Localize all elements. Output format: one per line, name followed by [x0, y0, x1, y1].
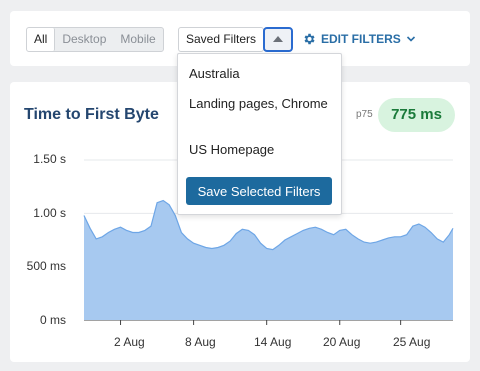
menu-item-us-homepage[interactable]: US Homepage: [189, 142, 329, 158]
x-tick-label: 2 Aug: [114, 335, 145, 349]
menu-item-landing-pages-chrome[interactable]: Landing pages, Chrome: [189, 96, 329, 112]
x-tick-label: 25 Aug: [393, 335, 431, 349]
menu-item-australia[interactable]: Australia: [189, 66, 329, 82]
x-tick-label: 14 Aug: [254, 335, 292, 349]
ttfb-area: [84, 200, 453, 320]
saved-filters-menu: Australia Landing pages, Chrome US Homep…: [177, 53, 342, 215]
save-selected-filters-button[interactable]: Save Selected Filters: [186, 177, 332, 205]
x-tick-label: 8 Aug: [185, 335, 216, 349]
x-tick-label: 20 Aug: [323, 335, 361, 349]
